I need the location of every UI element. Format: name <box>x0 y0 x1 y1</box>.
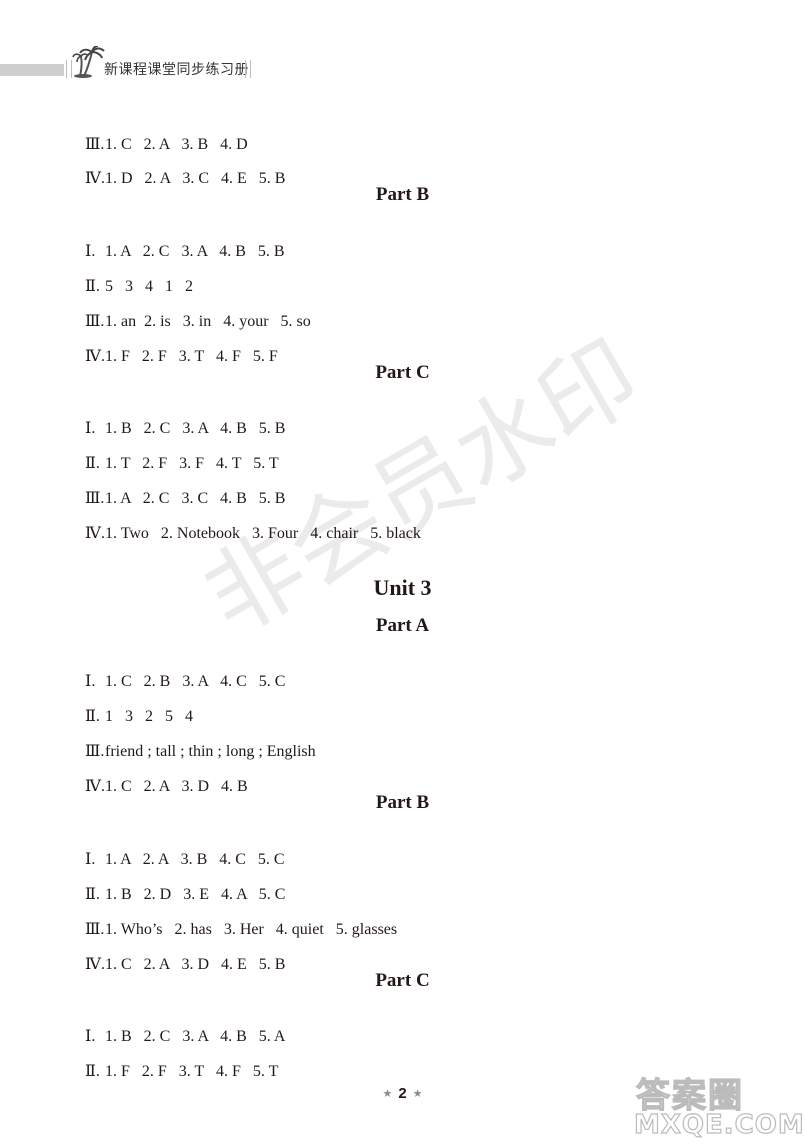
answer-line: Ⅰ. 1. A 2. C 3. A 4. B 5. B <box>77 222 285 262</box>
answer-line: Ⅲ.1. A 2. C 3. C 4. B 5. B <box>77 469 285 509</box>
part-heading: Part C <box>375 362 430 383</box>
page-number: 2 <box>398 1084 407 1102</box>
answer-line: Ⅳ.1. F 2. F 3. T 4. F 5. F <box>77 327 278 367</box>
answer-line: Ⅰ. 1. B 2. C 3. A 4. B 5. B <box>77 399 285 439</box>
answer-line: Ⅲ.friend ; tall ; thin ; long ; English <box>77 722 316 762</box>
site-stamp-url: MXQE.COM <box>633 1109 805 1140</box>
part-heading: Part A <box>375 615 430 636</box>
answer-line: Ⅱ. 1 3 2 5 4 <box>77 687 193 727</box>
answer-line: Ⅳ.1. C 2. A 3. D 4. E 5. B <box>77 935 285 975</box>
page-header: 新课程课堂同步练习册 <box>0 46 805 82</box>
answer-line: Ⅰ. 1. B 2. C 3. A 4. B 5. A <box>77 1007 285 1047</box>
unit-heading: Unit 3 <box>373 575 432 600</box>
star-icon: ★ <box>382 1087 393 1100</box>
answer-line: Ⅳ.1. Two 2. Notebook 3. Four 4. chair 5.… <box>77 504 421 544</box>
section-numeral: Ⅳ. <box>85 525 105 542</box>
answers: 1. Two 2. Notebook 3. Four 4. chair 5. b… <box>105 525 421 542</box>
palm-tree-icon <box>72 46 105 78</box>
answer-line: Ⅱ. 1. T 2. F 3. F 4. T 5. T <box>77 434 279 474</box>
section-numeral: Ⅱ. <box>85 1063 100 1080</box>
answers: 1. F 2. F 3. T 4. F 5. T <box>105 1063 279 1080</box>
answer-line: Ⅱ. 1. F 2. F 3. T 4. F 5. T <box>77 1042 278 1082</box>
workbook-title: 新课程课堂同步练习册 <box>104 62 249 78</box>
answer-line: Ⅳ.1. C 2. A 3. D 4. B <box>77 757 248 797</box>
answer-line: Ⅰ. 1. A 2. A 3. B 4. C 5. C <box>77 830 285 870</box>
part-heading: Part B <box>375 184 430 205</box>
part-heading: Part B <box>375 792 430 813</box>
header-gray-bar <box>0 64 64 76</box>
answer-line: Ⅳ.1. D 2. A 3. C 4. E 5. B <box>77 149 285 189</box>
part-heading: Part C <box>375 970 430 991</box>
site-stamp-logo: 答案圈 MXQE.COM <box>626 1068 805 1145</box>
answer-line: Ⅰ. 1. C 2. B 3. A 4. C 5. C <box>77 652 285 692</box>
answer-line: Ⅲ.1. Who’s 2. has 3. Her 4. quiet 5. gla… <box>77 900 397 940</box>
star-icon: ★ <box>412 1087 423 1100</box>
answer-line: Ⅱ. 5 3 4 1 2 <box>77 257 193 297</box>
answer-line: Ⅱ. 1. B 2. D 3. E 4. A 5. C <box>77 865 285 905</box>
answer-line: Ⅲ.1. an 2. is 3. in 4. your 5. so <box>77 292 311 332</box>
header-divider <box>245 60 251 78</box>
